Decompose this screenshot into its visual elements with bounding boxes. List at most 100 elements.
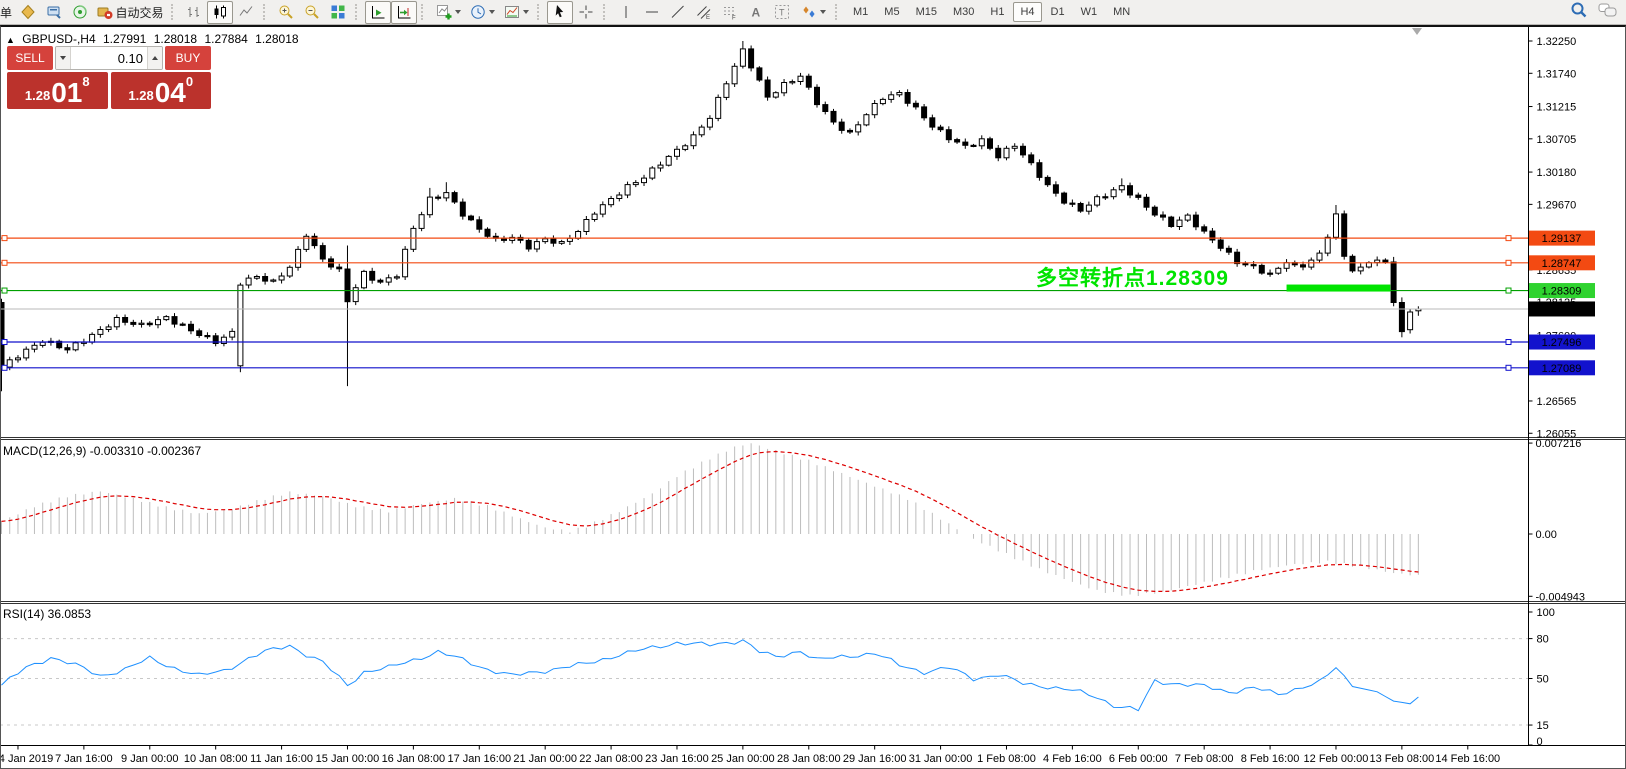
svg-text:F: F [732,16,736,21]
zoom-in-icon [278,4,294,20]
hline-1.28747[interactable] [0,260,1529,265]
data-window-icon [46,4,62,20]
timeframe-m5-button[interactable]: M5 [877,2,906,22]
cursor-icon [552,4,568,20]
text-button[interactable]: A [743,1,769,24]
svg-text:8 Feb 16:00: 8 Feb 16:00 [1241,753,1300,765]
buy-button[interactable]: BUY [165,46,211,70]
rsi-level-lines [0,639,1529,725]
chart-shift-marker[interactable] [1412,28,1422,35]
pivot-highlight-bar[interactable] [1287,285,1391,292]
line-chart-icon [238,4,254,20]
pivot-annotation-text[interactable]: 多空转折点1.28309 [1036,262,1229,292]
symbol-period-label: GBPUSD-,H4 [22,32,95,46]
hline-1.27496[interactable] [0,340,1529,345]
svg-text:0.00: 0.00 [1536,529,1557,541]
chart-window: 1.322501.317401.312151.307051.301801.296… [0,25,1626,769]
horizontal-line-button[interactable] [639,1,665,24]
text-label-button[interactable]: T [769,1,795,24]
price-label-1.28747: 1.28747 [1529,255,1595,270]
vertical-line-button[interactable] [613,1,639,24]
svg-text:15 Jan 00:00: 15 Jan 00:00 [316,753,380,765]
svg-text:1.27496: 1.27496 [1542,337,1582,349]
timeframe-h4-button[interactable]: H4 [1013,2,1041,22]
sell-button[interactable]: SELL [7,46,53,70]
svg-text:1.31740: 1.31740 [1537,68,1577,80]
trendline-button[interactable] [665,1,691,24]
one-click-trading-panel: SELL BUY 1.28018 1.28040 [7,46,211,109]
fibonacci-button[interactable]: F [717,1,743,24]
mt4-terminal: { "toolbar": { "new_order_partial_label"… [0,0,1626,769]
hline-1.27089[interactable] [0,365,1529,370]
navigator-icon [72,4,88,20]
bar-chart-button[interactable] [181,1,207,24]
data-window-button[interactable] [41,1,67,24]
timeframe-toolbar: M1M5M15M30H1H4D1W1MN [845,2,1138,22]
timeframe-w1-button[interactable]: W1 [1074,2,1105,22]
volume-increase-button[interactable] [147,47,162,69]
timeframe-m1-button[interactable]: M1 [846,2,875,22]
new-order-button[interactable]: 单 [0,4,12,21]
svg-text:100: 100 [1537,607,1555,619]
svg-text:A: A [752,6,761,20]
periods-button[interactable] [465,1,499,24]
zoom-out-button[interactable] [299,1,325,24]
timeframe-mn-button[interactable]: MN [1106,2,1137,22]
buy-price-display[interactable]: 1.28040 [111,72,212,109]
collapse-panel-arrow[interactable]: ▲ [6,35,15,45]
auto-scroll-button[interactable] [365,1,391,24]
volume-input[interactable] [71,47,147,69]
sell-price-display[interactable]: 1.28018 [7,72,108,109]
svg-text:21 Jan 00:00: 21 Jan 00:00 [513,753,577,765]
svg-text:10 Jan 08:00: 10 Jan 08:00 [184,753,248,765]
svg-text:31 Jan 00:00: 31 Jan 00:00 [909,753,973,765]
indicators-button[interactable] [431,1,465,24]
new-chart-button[interactable] [15,1,41,24]
trendline-icon [670,4,686,20]
zoom-out-icon [304,4,320,20]
chat-icon[interactable] [1598,2,1618,23]
autotrading-button[interactable]: 自动交易 [93,1,167,24]
templates-button[interactable] [499,1,533,24]
svg-text:25 Jan 00:00: 25 Jan 00:00 [711,753,775,765]
volume-decrease-button[interactable] [56,47,71,69]
fibonacci-icon: F [722,4,738,20]
svg-text:0.007216: 0.007216 [1536,438,1582,450]
timeframe-m30-button[interactable]: M30 [946,2,981,22]
price-label-1.28309: 1.28309 [1529,283,1595,298]
timeframe-d1-button[interactable]: D1 [1044,2,1072,22]
hline-1.29137[interactable] [0,236,1529,241]
macd-histogram [2,443,1419,596]
chevron-down-icon [523,10,529,14]
svg-text:13 Feb 08:00: 13 Feb 08:00 [1369,753,1434,765]
cursor-button[interactable] [547,1,573,24]
crosshair-button[interactable] [573,1,599,24]
svg-text:1.30705: 1.30705 [1537,134,1577,146]
svg-text:29 Jan 16:00: 29 Jan 16:00 [843,753,907,765]
svg-text:17 Jan 16:00: 17 Jan 16:00 [447,753,511,765]
candlestick-chart-button[interactable] [207,1,233,24]
chart-shift-button[interactable] [391,1,417,24]
toolbar-grip [355,4,362,20]
equidistant-channel-icon: E [696,4,712,20]
timeframe-h1-button[interactable]: H1 [983,2,1011,22]
ohlc-low: 1.27884 [204,32,247,46]
zoom-in-button[interactable] [273,1,299,24]
tile-windows-icon [330,4,346,20]
auto-scroll-icon [370,4,386,20]
toolbar-grip [421,4,428,20]
arrows-button[interactable] [795,1,831,24]
rsi-axis: 1008050150 [1529,607,1555,748]
navigator-button[interactable] [67,1,93,24]
svg-text:4 Feb 16:00: 4 Feb 16:00 [1043,753,1102,765]
search-icon[interactable] [1570,1,1588,24]
equidistant-channel-button[interactable]: E [691,1,717,24]
svg-text:1.29670: 1.29670 [1537,199,1577,211]
timeframe-m15-button[interactable]: M15 [909,2,944,22]
templates-icon [504,4,520,20]
tile-windows-button[interactable] [325,1,351,24]
svg-text:9 Jan 00:00: 9 Jan 00:00 [121,753,179,765]
line-chart-button[interactable] [233,1,259,24]
svg-text:1.27089: 1.27089 [1542,363,1582,375]
price-label-1.27496: 1.27496 [1529,335,1595,350]
